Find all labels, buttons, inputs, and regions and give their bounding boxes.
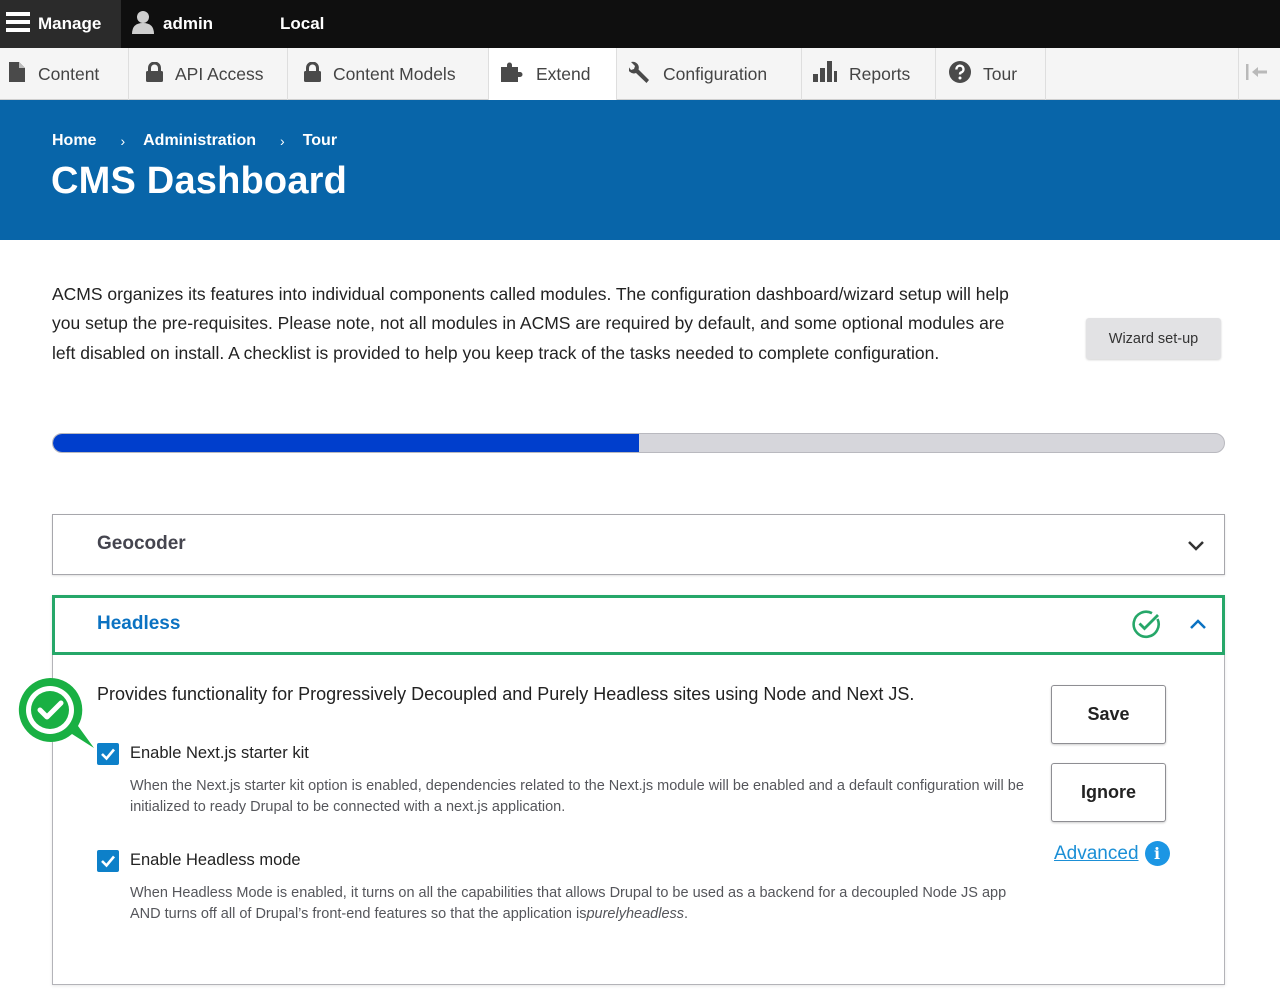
- user-menu[interactable]: admin: [131, 0, 213, 48]
- tray-item-label: Tour: [983, 63, 1018, 84]
- collapse-left-icon: [1245, 63, 1268, 85]
- checkmark-icon: [101, 748, 115, 761]
- breadcrumb-tour[interactable]: Tour: [303, 132, 337, 150]
- user-icon: [131, 10, 163, 39]
- file-icon: [8, 61, 38, 87]
- ignore-button[interactable]: Ignore: [1051, 763, 1166, 822]
- manage-toggle[interactable]: Manage: [0, 0, 121, 48]
- environment-label: Local: [280, 14, 325, 33]
- accordion-headless: Headless Provides functionality for Prog…: [52, 595, 1225, 985]
- tray-item-extend[interactable]: Extend: [489, 48, 617, 100]
- progress-bar: [52, 433, 1225, 453]
- option-label[interactable]: Enable Headless mode: [130, 851, 301, 870]
- tray-item-reports[interactable]: Reports: [802, 48, 936, 100]
- checkmark-icon: [101, 855, 115, 868]
- save-button[interactable]: Save: [1051, 685, 1166, 744]
- help-text-main: When Headless Mode is enabled, it turns …: [130, 885, 1007, 922]
- accordion-title: Geocoder: [97, 533, 186, 554]
- wrench-icon: [627, 61, 663, 88]
- tray-item-configuration[interactable]: Configuration: [617, 48, 802, 100]
- advanced-link[interactable]: Advanced: [1054, 843, 1139, 865]
- tray-orientation-toggle[interactable]: [1238, 48, 1274, 100]
- tray-item-label: Content: [38, 63, 100, 84]
- tray-item-content-models[interactable]: Content Models: [288, 48, 489, 100]
- nextjs-starter-kit-checkbox[interactable]: [97, 743, 119, 765]
- tray-item-label: API Access: [175, 63, 264, 84]
- admin-toolbar: Manage admin Local: [0, 0, 1280, 48]
- option-help-text: When Headless Mode is enabled, it turns …: [130, 883, 1035, 925]
- tray-item-api-access[interactable]: API Access: [129, 48, 288, 100]
- info-icon[interactable]: i: [1144, 841, 1170, 866]
- option-label[interactable]: Enable Next.js starter kit: [130, 744, 309, 763]
- accordion-geocoder[interactable]: Geocoder: [52, 514, 1225, 575]
- tray-item-content[interactable]: Content: [0, 48, 129, 100]
- hamburger-icon: [6, 11, 38, 38]
- progress-bar-fill: [53, 434, 639, 452]
- lock-icon: [304, 61, 333, 87]
- breadcrumb-home[interactable]: Home: [52, 132, 96, 150]
- user-label: admin: [163, 14, 214, 33]
- green-check-pin-icon: [16, 676, 98, 758]
- breadcrumb: Home › Administration › Tour: [52, 132, 337, 150]
- chevron-down-icon[interactable]: [1186, 535, 1206, 560]
- bar-chart-icon: [813, 61, 849, 87]
- advanced-link-group: Advanced i: [1054, 841, 1170, 866]
- headless-mode-checkbox[interactable]: [97, 850, 119, 872]
- help-text-suffix: .: [684, 906, 689, 922]
- question-icon: [949, 60, 983, 88]
- page-title: CMS Dashboard: [51, 160, 348, 202]
- module-description: Provides functionality for Progressively…: [97, 684, 915, 704]
- tray-item-label: Configuration: [663, 63, 768, 84]
- help-text-emphasis: purelyheadless: [586, 906, 685, 922]
- tray-item-label: Content Models: [333, 63, 456, 84]
- intro-text: ACMS organizes its features into individ…: [52, 284, 1009, 363]
- accordion-headless-header[interactable]: Headless: [52, 595, 1225, 655]
- puzzle-icon: [500, 61, 536, 88]
- tray-item-label: Extend: [536, 63, 591, 84]
- tray-item-tour[interactable]: Tour: [936, 48, 1046, 100]
- wizard-setup-button[interactable]: Wizard set-up: [1086, 318, 1221, 359]
- tray-item-label: Reports: [849, 63, 911, 84]
- option-help-text: When the Next.js starter kit option is e…: [130, 778, 1024, 815]
- breadcrumb-separator-icon: ›: [120, 133, 126, 149]
- accordion-title: Headless: [97, 613, 181, 634]
- admin-tray: Content API Access Content Models Extend…: [0, 48, 1280, 100]
- check-circle-icon: [1131, 609, 1161, 644]
- breadcrumb-separator-icon: ›: [280, 133, 285, 149]
- lock-icon: [146, 61, 175, 87]
- environment-indicator[interactable]: Local: [280, 0, 324, 48]
- breadcrumb-administration[interactable]: Administration: [143, 132, 256, 150]
- manage-label: Manage: [38, 14, 102, 33]
- chevron-up-icon[interactable]: [1188, 615, 1208, 640]
